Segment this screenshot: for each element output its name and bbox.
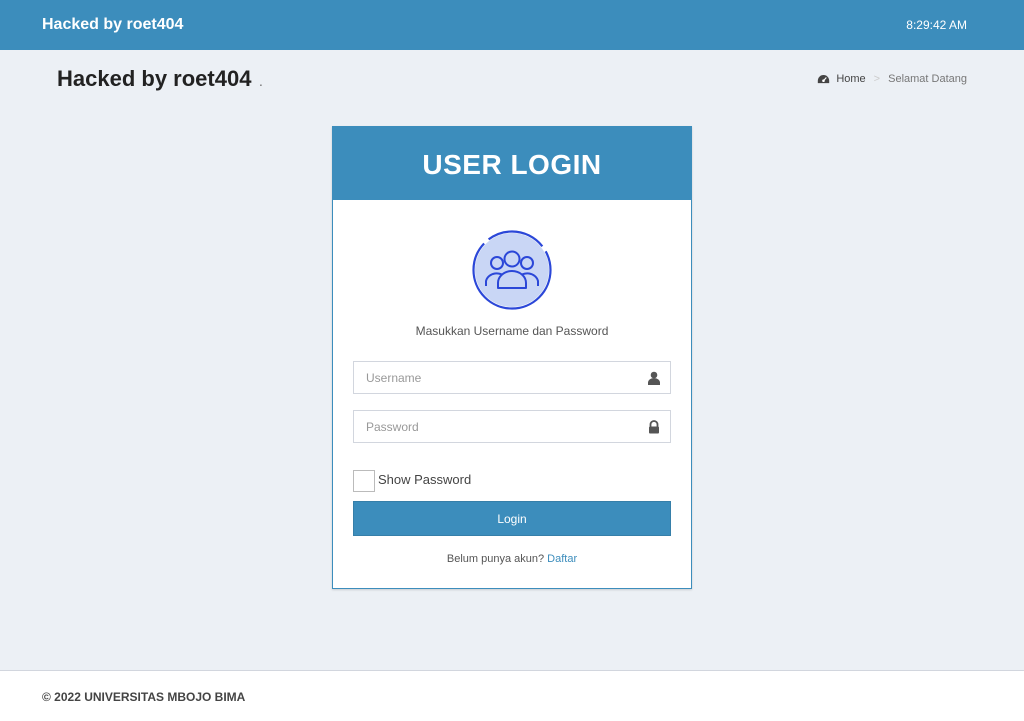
footer-copyright: © 2022 UNIVERSITAS MBOJO BIMA	[42, 690, 246, 704]
show-password-checkbox[interactable]	[353, 470, 375, 492]
username-input[interactable]	[354, 362, 670, 393]
login-box: USER LOGIN Masukkan Username dan Passwor…	[332, 126, 692, 589]
password-input[interactable]	[354, 411, 670, 442]
register-text: Belum punya akun?	[446, 553, 545, 565]
page-title: Hacked by roet404.	[57, 66, 262, 92]
top-navbar: Hacked by roet404 8:29:42 AM	[0, 0, 1024, 50]
brand-logo-text[interactable]: Hacked by roet404	[42, 16, 183, 34]
user-icon	[648, 371, 660, 385]
footer: © 2022 UNIVERSITAS MBOJO BIMA	[0, 670, 1024, 721]
breadcrumb-home-link[interactable]: Home	[836, 73, 865, 85]
page-title-text: Hacked by roet404	[57, 66, 252, 91]
clock-display: 8:29:42 AM	[906, 18, 967, 32]
lock-icon	[649, 420, 659, 434]
content-header: Hacked by roet404. Home > Selamat Datang	[57, 62, 967, 96]
login-hint: Masukkan Username dan Password	[415, 324, 609, 338]
password-field	[353, 410, 671, 443]
users-group-icon	[472, 230, 552, 310]
login-button[interactable]: Login	[353, 501, 671, 536]
show-password-toggle: Show Password	[353, 470, 471, 492]
breadcrumb-separator: >	[873, 73, 881, 85]
username-field	[353, 361, 671, 394]
login-title: USER LOGIN	[422, 148, 602, 180]
login-box-header: USER LOGIN	[333, 129, 691, 200]
show-password-label[interactable]: Show Password	[378, 472, 471, 487]
dashboard-icon	[818, 74, 830, 83]
register-link[interactable]: Daftar	[547, 553, 577, 565]
page-subtitle: .	[259, 78, 263, 89]
breadcrumb-current: Selamat Datang	[888, 73, 967, 85]
breadcrumb: Home > Selamat Datang	[817, 73, 967, 85]
register-prompt: Belum punya akun? Daftar	[333, 553, 691, 565]
